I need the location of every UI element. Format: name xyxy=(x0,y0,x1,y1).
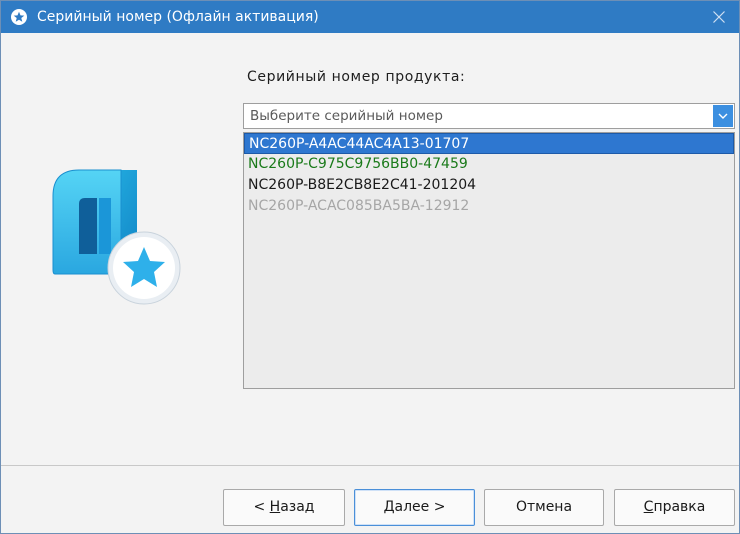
star-icon xyxy=(11,9,27,25)
help-button-mnemonic: С xyxy=(643,499,654,515)
combobox-placeholder: Выберите серийный номер xyxy=(250,108,443,124)
serial-number-text: NC260P-A4AC44AC4A13-01707 xyxy=(249,136,470,152)
title-bar[interactable]: Серийный номер (Офлайн активация) xyxy=(1,1,739,33)
list-item[interactable]: NC260P-A4AC44AC4A13-01707 xyxy=(244,133,734,154)
footer-divider xyxy=(1,465,739,466)
back-button-mnemonic: Н xyxy=(269,499,281,515)
close-icon xyxy=(713,11,725,23)
serial-number-text: NC260P-ACAC085BA5BA-12912 xyxy=(248,198,470,214)
serial-number-text: NC260P-B8E2CB8E2C41-201204 xyxy=(248,177,477,193)
window-title: Серийный номер (Офлайн активация) xyxy=(37,9,319,25)
serial-number-combobox[interactable]: Выберите серийный номер xyxy=(243,103,735,129)
chevron-down-icon xyxy=(718,113,728,119)
list-item[interactable]: NC260P-C975C9756BB0-47459 xyxy=(244,154,734,175)
back-button-prefix: < xyxy=(253,499,270,515)
next-button-mnemonic: Д xyxy=(383,499,395,515)
serial-number-text: NC260P-C975C9756BB0-47459 xyxy=(248,156,468,172)
app-logo-star-icon xyxy=(45,156,195,310)
back-button-label: азад xyxy=(280,499,315,515)
activation-dialog: Серийный номер (Офлайн активация) Серийн… xyxy=(0,0,740,534)
help-button-label: правка xyxy=(653,499,706,515)
cancel-button-label: Отмена xyxy=(515,499,573,515)
help-button[interactable]: Справка xyxy=(614,489,735,526)
next-button-label: алее > xyxy=(394,499,446,515)
next-button[interactable]: Далее > xyxy=(354,489,475,526)
product-serial-label: Серийный номер продукта: xyxy=(247,69,466,85)
serial-number-list[interactable]: NC260P-A4AC44AC4A13-01707 NC260P-C975C97… xyxy=(243,132,735,389)
list-item[interactable]: NC260P-ACAC085BA5BA-12912 xyxy=(244,196,734,217)
close-button[interactable] xyxy=(699,1,739,33)
list-item[interactable]: NC260P-B8E2CB8E2C41-201204 xyxy=(244,175,734,196)
combobox-dropdown-button[interactable] xyxy=(713,105,733,127)
cancel-button[interactable]: Отмена xyxy=(484,489,604,526)
back-button[interactable]: < Назад xyxy=(223,489,345,526)
